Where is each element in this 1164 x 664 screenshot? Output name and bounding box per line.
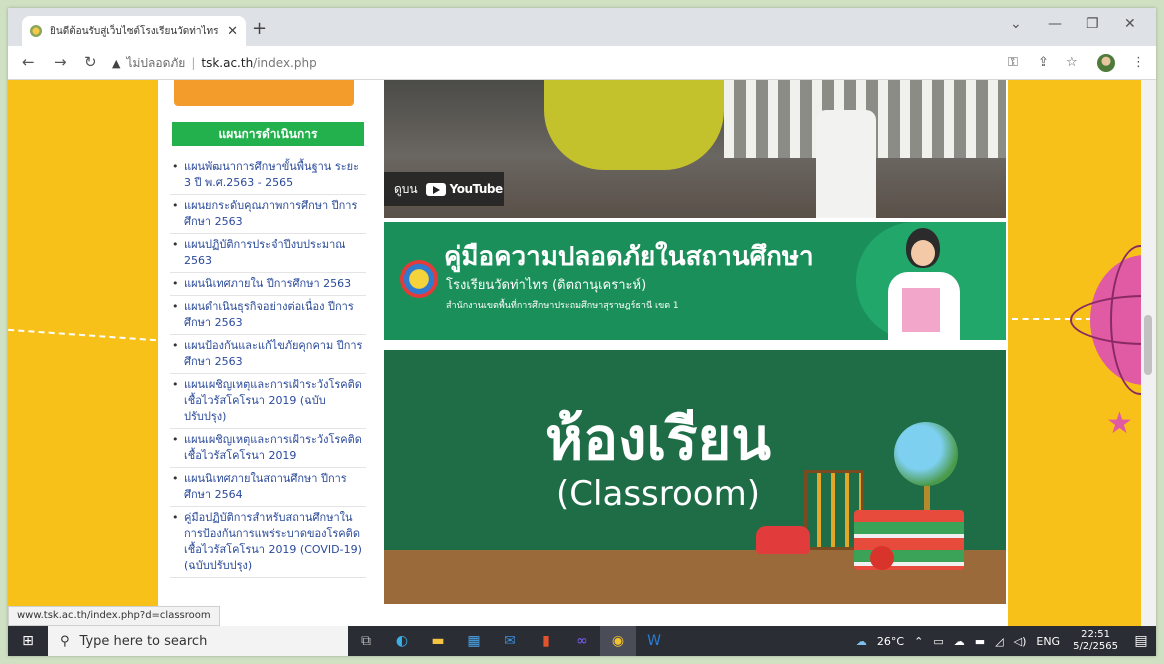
taskbar-search-box[interactable]: ⚲ Type here to search — [48, 626, 348, 656]
network-icon[interactable]: ▭ — [933, 635, 943, 648]
back-button[interactable]: ← — [22, 53, 35, 71]
tab-close-icon[interactable]: ✕ — [227, 24, 238, 39]
plan-link[interactable]: แผนนิเทศภายในสถานศึกษา ปีการศึกษา 2564 — [170, 468, 366, 507]
plan-list: แผนพัฒนาการศึกษาขั้นพื้นฐาน ระยะ 3 ปี พ.… — [170, 156, 366, 578]
tab-title: ยินดีต้อนรับสู่เว็บไซต์โรงเรียนวัดท่าไทร — [50, 25, 219, 37]
file-explorer-icon[interactable]: ▬ — [420, 626, 456, 656]
word-icon[interactable]: W — [636, 626, 672, 656]
browser-menu-icon[interactable]: ⋮ — [1132, 55, 1145, 70]
apple-illustration — [870, 546, 894, 570]
search-icon: ⚲ — [60, 633, 70, 649]
close-window-button[interactable]: ✕ — [1124, 16, 1136, 32]
microsoft-store-icon[interactable]: ▦ — [456, 626, 492, 656]
watch-on-label: ดูบน — [394, 181, 418, 196]
share-icon[interactable]: ⇪ — [1038, 55, 1049, 70]
globe-illustration — [894, 422, 958, 486]
maximize-button[interactable]: ❐ — [1086, 16, 1099, 32]
security-label[interactable]: ไม่ปลอดภัย — [126, 54, 185, 73]
windows-taskbar: ⊞ ⚲ Type here to search ⧉ ◐ ▬ ▦ ✉ ▮ ∞ ◉ … — [8, 626, 1156, 656]
student-face — [911, 240, 935, 266]
browser-toolbar: ← → ↻ ▲ ไม่ปลอดภัย | tsk.ac.th /index.ph… — [8, 46, 1156, 80]
url-path[interactable]: /index.php — [253, 56, 317, 70]
decor-star-icon: ★ — [1106, 406, 1133, 441]
student-illustration — [880, 228, 968, 340]
office-icon[interactable]: ▮ — [528, 626, 564, 656]
student-book — [902, 288, 940, 332]
reload-button[interactable]: ↻ — [84, 53, 97, 71]
page-viewport: ★ แผนการดำเนินการ แผนพัฒนาการศึกษาขั้นพื… — [8, 80, 1156, 626]
safety-banner-office: สำนักงานเขตพื้นที่การศึกษาประถมศึกษาสุรา… — [446, 301, 679, 311]
sidebar-heading: แผนการดำเนินการ — [172, 122, 364, 146]
watch-on-youtube-button[interactable]: ดูบน YouTube — [384, 172, 504, 206]
volume-icon[interactable]: ◁) — [1014, 635, 1027, 648]
plan-link[interactable]: แผนดำเนินธุรกิจอย่างต่อเนื่อง ปีการศึกษา… — [170, 296, 366, 335]
profile-avatar-icon[interactable] — [1097, 54, 1115, 72]
youtube-play-icon — [425, 182, 446, 196]
plan-link[interactable]: แผนป้องกันและแก้ไขภัยคุกคาม ปีการศึกษา 2… — [170, 335, 366, 374]
school-logo-icon — [400, 260, 438, 298]
weather-icon[interactable]: ☁ — [856, 635, 867, 648]
address-bar[interactable]: ▲ ไม่ปลอดภัย | tsk.ac.th /index.php — [112, 52, 1002, 74]
decor-dash-left — [8, 328, 156, 342]
clock[interactable]: 22:51 5/2/2565 — [1073, 629, 1118, 653]
classroom-banner-subtitle: (Classroom) — [556, 474, 760, 514]
url-separator: | — [191, 56, 196, 70]
safety-manual-banner[interactable]: คู่มือความปลอดภัยในสถานศึกษา โรงเรียนวัด… — [384, 222, 1006, 340]
tab-strip: ยินดีต้อนรับสู่เว็บไซต์โรงเรียนวัดท่าไทร… — [8, 8, 1156, 46]
battery-icon[interactable]: ▬ — [975, 635, 985, 648]
plan-link[interactable]: แผนเผชิญเหตุและการเฝ้าระวังโรคติดเชื้อไว… — [170, 429, 366, 468]
tray-expand-icon[interactable]: ⌃ — [914, 635, 923, 648]
school-favicon-icon — [30, 25, 42, 37]
toy-car-illustration — [756, 526, 810, 554]
classroom-banner[interactable]: ห้องเรียน (Classroom) — [384, 350, 1006, 604]
onedrive-icon[interactable]: ☁ — [954, 635, 965, 648]
clock-time: 22:51 — [1081, 629, 1110, 640]
language-indicator[interactable]: ENG — [1036, 635, 1060, 648]
minimize-button[interactable]: — — [1048, 16, 1062, 32]
page-scrollbar[interactable] — [1141, 80, 1156, 626]
system-tray: ☁ 26°C ⌃ ▭ ☁ ▬ ◿ ◁) ENG 22:51 5/2/2565 ▤ — [851, 626, 1156, 656]
video-sanitizer-bottle — [816, 110, 876, 218]
taskbar-search-placeholder: Type here to search — [79, 633, 208, 649]
mail-icon[interactable]: ✉ — [492, 626, 528, 656]
plan-link[interactable]: แผนเผชิญเหตุและการเฝ้าระวังโรคติดเชื้อไว… — [170, 374, 366, 429]
plan-link[interactable]: แผนยกระดับคุณภาพการศึกษา ปีการศึกษา 2563 — [170, 195, 366, 234]
video-person — [544, 80, 724, 170]
safety-banner-title: คู่มือความปลอดภัยในสถานศึกษา — [444, 242, 814, 272]
bookmark-star-icon[interactable]: ☆ — [1066, 55, 1078, 70]
task-view-icon[interactable]: ⧉ — [348, 626, 384, 656]
password-key-icon[interactable]: ⚿ — [1008, 55, 1018, 70]
edge-browser-icon[interactable]: ◐ — [384, 626, 420, 656]
plan-link[interactable]: แผนพัฒนาการศึกษาขั้นพื้นฐาน ระยะ 3 ปี พ.… — [170, 156, 366, 195]
new-tab-button[interactable]: + — [252, 18, 267, 39]
youtube-video-embed[interactable]: ดูบน YouTube — [384, 80, 1006, 218]
clock-date: 5/2/2565 — [1073, 641, 1118, 652]
sidebar-top-image[interactable] — [174, 80, 354, 106]
safety-banner-school: โรงเรียนวัดท่าไทร (ดิตถานุเคราะห์) — [446, 278, 647, 293]
classroom-banner-title: ห้องเรียน — [545, 405, 771, 473]
weather-temp[interactable]: 26°C — [877, 635, 904, 648]
windows-start-icon[interactable]: ⊞ — [8, 626, 48, 656]
plan-link[interactable]: คู่มือปฏิบัติการสำหรับสถานศึกษาในการป้อง… — [170, 507, 366, 578]
chrome-browser-icon[interactable]: ◉ — [600, 626, 636, 656]
youtube-label: YouTube — [449, 182, 504, 196]
plan-link[interactable]: แผนปฏิบัติการประจำปีงบประมาณ 2563 — [170, 234, 366, 273]
plan-link[interactable]: แผนนิเทศภายใน ปีการศึกษา 2563 — [170, 273, 366, 296]
app-loop-icon[interactable]: ∞ — [564, 626, 600, 656]
warning-triangle-icon[interactable]: ▲ — [112, 57, 120, 70]
tab-search-chevron-icon[interactable]: ⌄ — [1010, 16, 1022, 32]
url-host[interactable]: tsk.ac.th — [201, 56, 253, 70]
browser-tab[interactable]: ยินดีต้อนรับสู่เว็บไซต์โรงเรียนวัดท่าไทร… — [22, 16, 246, 46]
link-status-url: www.tsk.ac.th/index.php?d=classroom — [8, 606, 220, 626]
scrollbar-thumb[interactable] — [1144, 315, 1152, 375]
forward-button[interactable]: → — [54, 53, 67, 71]
browser-window: ยินดีต้อนรับสู่เว็บไซต์โรงเรียนวัดท่าไทร… — [8, 8, 1156, 656]
wifi-icon[interactable]: ◿ — [995, 635, 1003, 648]
page-content: แผนการดำเนินการ แผนพัฒนาการศึกษาขั้นพื้น… — [158, 80, 1008, 626]
notifications-icon[interactable]: ▤ — [1126, 633, 1156, 649]
